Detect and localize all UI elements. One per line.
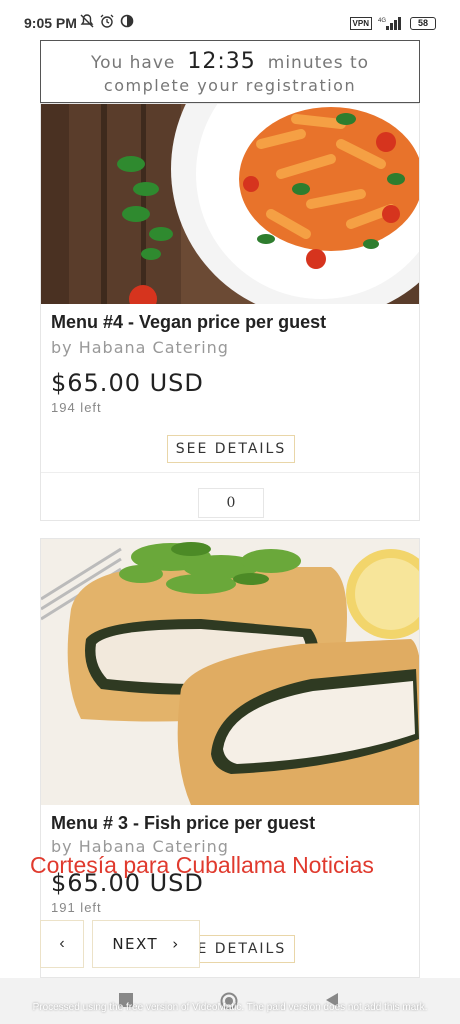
next-label: NEXT [112, 935, 159, 953]
menu-price: $65.00 USD [51, 369, 204, 397]
signal-icon: 4G [378, 17, 401, 30]
watermark-text: Cortesía para Cuballama Noticias [30, 852, 374, 878]
menu-image-pasta[interactable] [41, 104, 419, 304]
status-bar: 9:05 PM VPN 4G 58 [0, 0, 460, 40]
card-divider [41, 472, 419, 473]
timer-prefix: You have [90, 53, 176, 73]
alarm-icon [100, 14, 114, 28]
menu-image-fish[interactable] [41, 539, 419, 805]
timer-line-1: You have 12:35 minutes to [41, 49, 419, 74]
menu-vendor: by Habana Catering [51, 338, 229, 357]
registration-timer-banner: You have 12:35 minutes to complete your re… [40, 40, 420, 103]
status-icons-right: VPN 4G 58 [349, 16, 436, 30]
menu-title: Menu #4 - Vegan price per guest [51, 312, 327, 332]
nav-watermark-note: Processed using the free version of Vide… [32, 1002, 428, 1013]
menu-stock: 194 left [51, 400, 102, 415]
chevron-left-icon: ‹ [59, 935, 65, 952]
timer-suffix: minutes to [267, 53, 370, 73]
chevron-right-icon: › [172, 935, 180, 953]
menu-stock: 191 left [51, 900, 102, 915]
mute-notifications-icon [80, 14, 94, 28]
svg-text:4G: 4G [378, 18, 386, 24]
status-time: 9:05 PM [24, 15, 77, 31]
timer-line-2: complete your registration [103, 76, 357, 95]
see-details-button[interactable]: SEE DETAILS [167, 435, 295, 463]
vpn-badge: VPN [349, 16, 372, 30]
data-saver-icon [120, 14, 134, 28]
quantity-input[interactable]: 0 [198, 488, 264, 518]
menu-card: Menu # 3 - Fish price per guest by Haban… [40, 538, 420, 978]
timer-value: 12:35 [187, 49, 256, 74]
system-nav-bar [0, 978, 460, 1024]
menu-card: Menu #4 - Vegan price per guest by Haban… [40, 103, 420, 521]
next-page-button[interactable]: NEXT › [92, 920, 200, 968]
status-icons-left [80, 14, 134, 28]
menu-title: Menu # 3 - Fish price per guest [51, 813, 316, 833]
previous-page-button[interactable]: ‹ [40, 920, 84, 968]
battery-icon: 58 [410, 16, 436, 30]
